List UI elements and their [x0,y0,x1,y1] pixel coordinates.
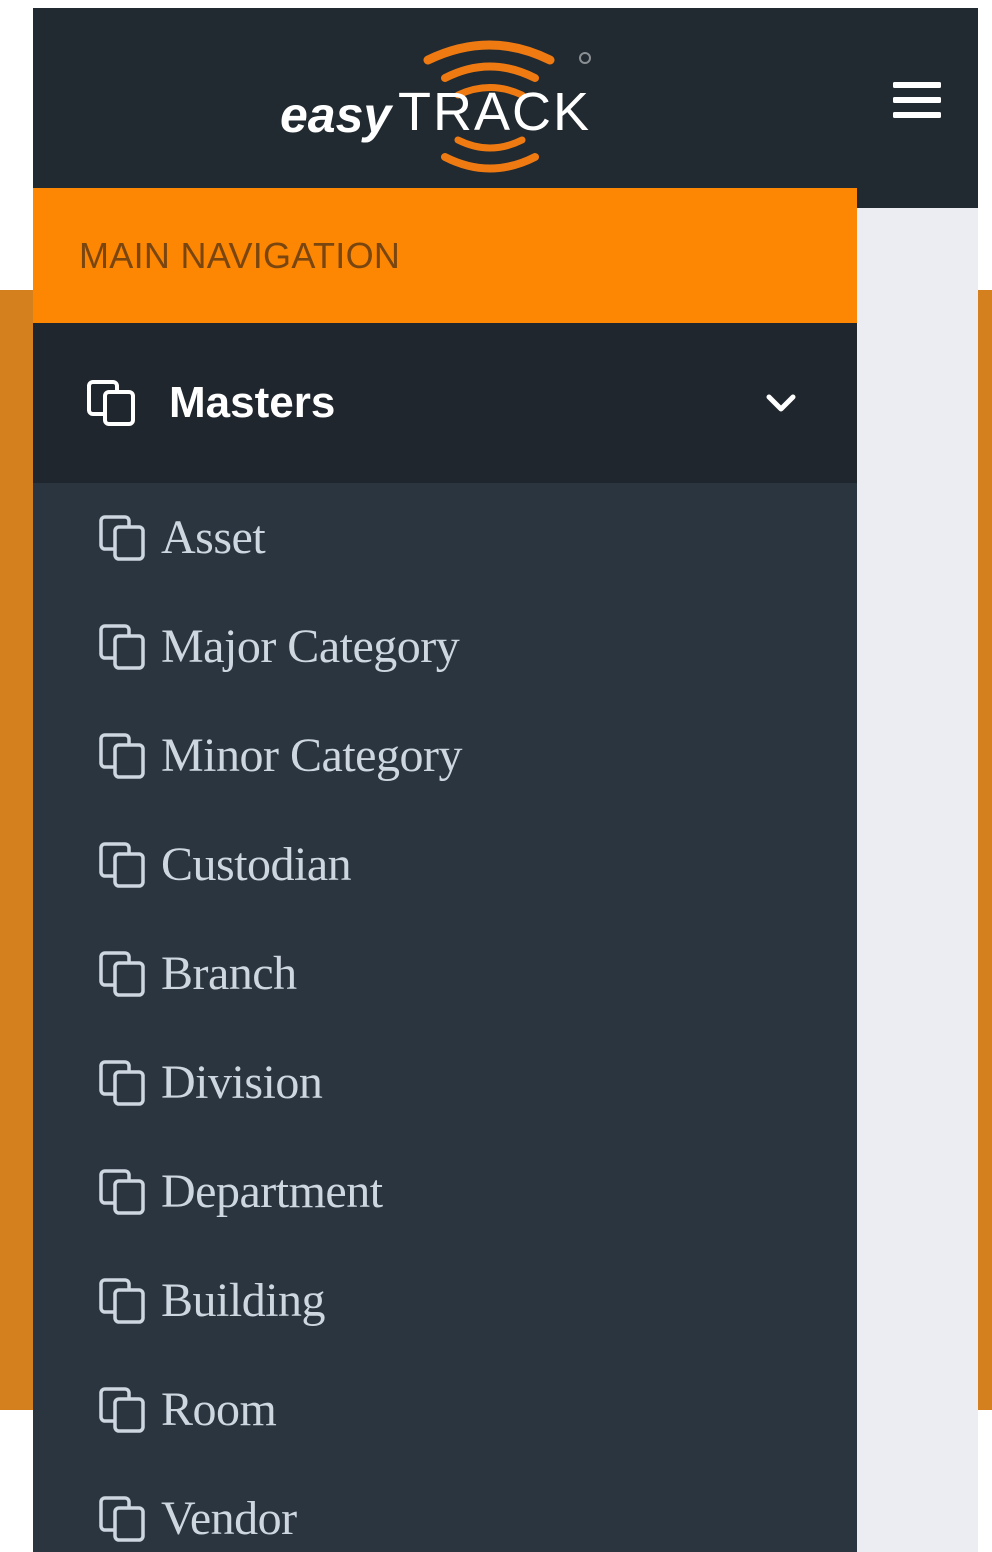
submenu-item-building[interactable]: Building [33,1246,857,1355]
sidebar-item-label: Masters [169,378,336,427]
submenu-item-minor-category[interactable]: Minor Category [33,701,857,810]
copy-icon [97,620,153,674]
main-content-area [857,208,978,1552]
submenu-item-department[interactable]: Department [33,1137,857,1246]
submenu-item-label: Department [161,1165,383,1218]
submenu-item-label: Division [161,1056,323,1109]
copy-icon [97,511,153,565]
submenu-item-label: Custodian [161,838,352,891]
copy-icon [97,947,153,1001]
submenu-item-label: Building [161,1274,326,1327]
logo-text-easy: easy [280,87,393,143]
copy-icon [97,1165,153,1219]
submenu-item-label: Branch [161,947,297,1000]
submenu-item-asset[interactable]: Asset [33,483,857,592]
copy-icon [97,1492,153,1546]
submenu-item-label: Vendor [161,1492,297,1545]
sidebar: MAIN NAVIGATION Masters Asset Major Cate… [33,188,857,1552]
submenu-item-custodian[interactable]: Custodian [33,810,857,919]
submenu-item-label: Asset [161,511,266,564]
masters-submenu: Asset Major Category Minor Category Cust… [33,483,857,1552]
easytrack-logo[interactable]: easy TRACK [240,0,620,190]
submenu-item-room[interactable]: Room [33,1355,857,1464]
copy-icon [97,1383,153,1437]
submenu-item-label: Major Category [161,620,460,673]
sidebar-item-masters[interactable]: Masters [33,323,857,483]
copy-icon [97,729,153,783]
hamburger-menu-icon[interactable] [877,70,957,130]
copy-icon [97,1056,153,1110]
submenu-item-branch[interactable]: Branch [33,919,857,1028]
submenu-item-vendor[interactable]: Vendor [33,1464,857,1552]
copy-icon [85,378,141,428]
main-navigation-header: MAIN NAVIGATION [33,188,857,323]
logo-text-track: TRACK [398,82,591,142]
submenu-item-label: Room [161,1383,277,1436]
submenu-item-major-category[interactable]: Major Category [33,592,857,701]
copy-icon [97,1274,153,1328]
submenu-item-label: Minor Category [161,729,462,782]
submenu-item-division[interactable]: Division [33,1028,857,1137]
chevron-down-icon[interactable] [763,391,799,415]
copy-icon [97,838,153,892]
